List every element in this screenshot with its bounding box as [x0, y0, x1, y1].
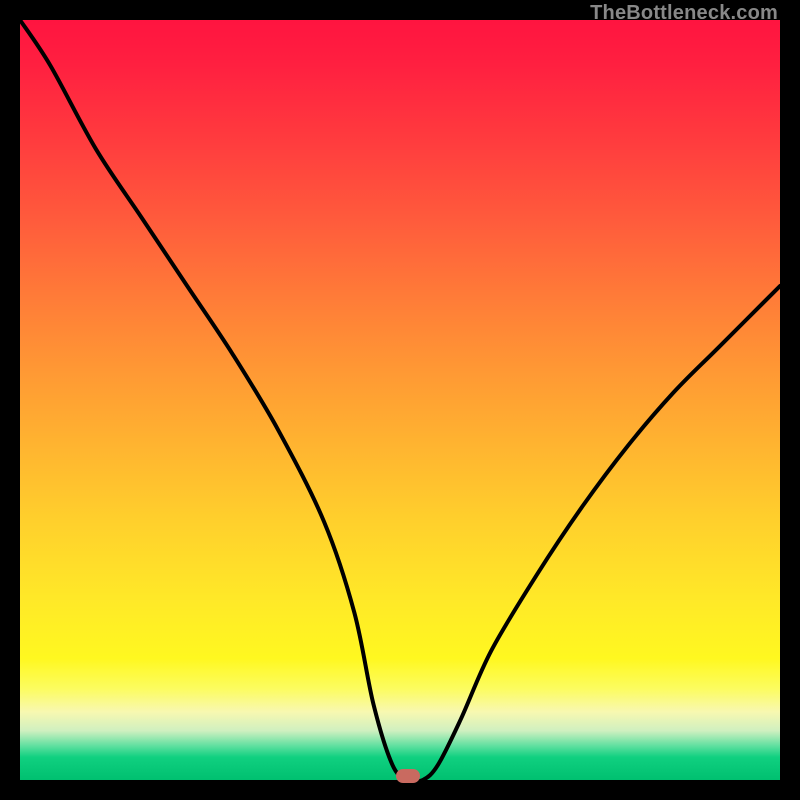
watermark-text: TheBottleneck.com: [590, 2, 778, 25]
chart-frame: TheBottleneck.com: [0, 0, 800, 800]
plot-area: [20, 20, 780, 780]
bottleneck-curve: [20, 20, 780, 780]
minimum-marker: [396, 769, 420, 783]
